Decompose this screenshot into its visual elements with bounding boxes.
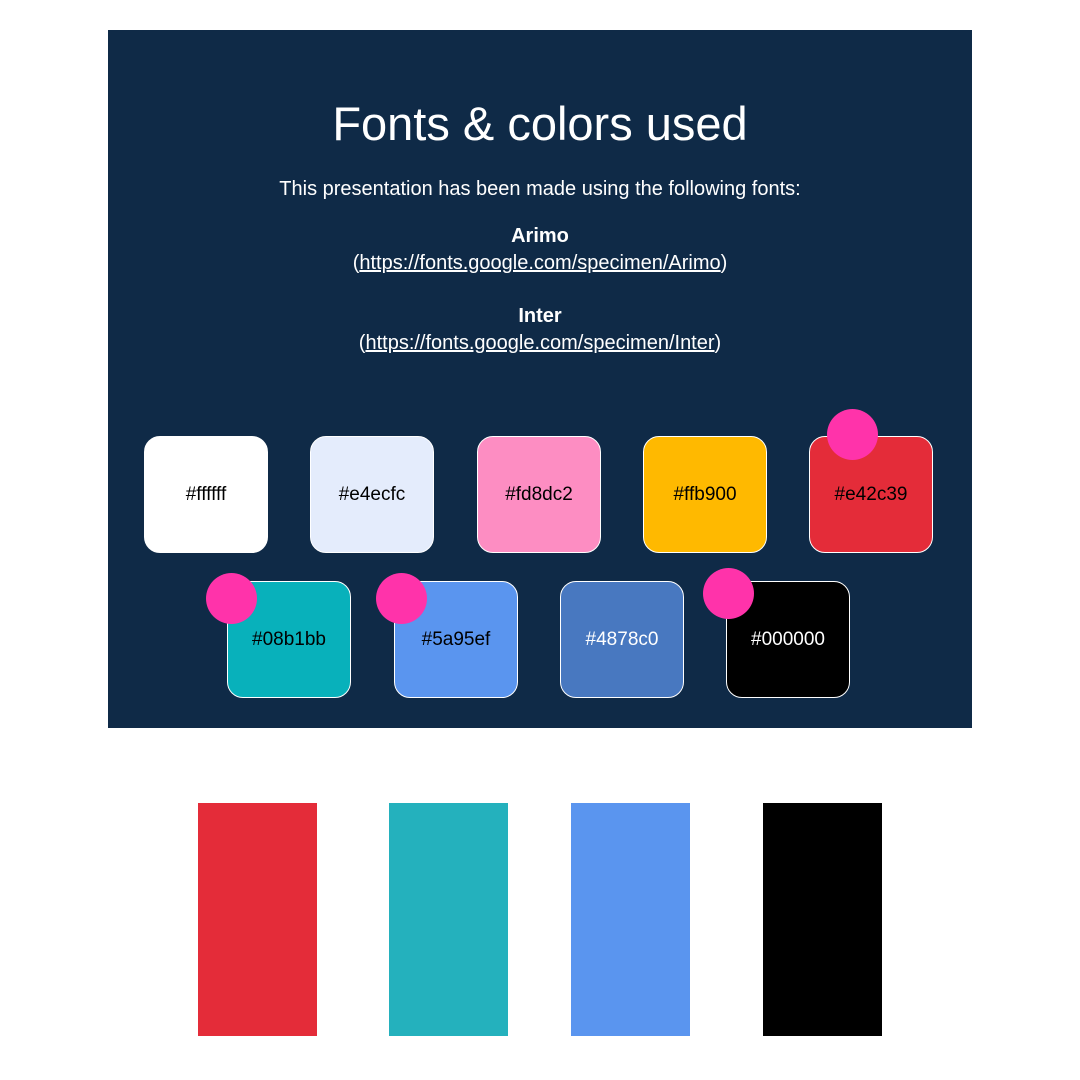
color-swatch: #ffffff: [144, 436, 268, 553]
font-link-inter[interactable]: https://fonts.google.com/specimen/Inter: [365, 332, 714, 354]
font-link-arimo[interactable]: https://fonts.google.com/specimen/Arimo: [359, 252, 720, 274]
color-swatch: #e42c39: [809, 436, 933, 553]
palette-bar: [389, 803, 508, 1036]
swatch-hex-label: #000000: [751, 628, 825, 650]
slide-panel: Fonts & colors used This presentation ha…: [108, 30, 972, 728]
palette-bar: [571, 803, 690, 1036]
font-entry-inter: Inter (https://fonts.google.com/specimen…: [108, 303, 972, 357]
swatch-hex-label: #fd8dc2: [505, 483, 573, 505]
palette-bar: [763, 803, 882, 1036]
selection-marker: [827, 409, 878, 460]
swatch-hex-label: #ffffff: [185, 483, 227, 505]
color-swatch: #ffb900: [643, 436, 767, 553]
swatch-hex-label: #e42c39: [834, 483, 908, 505]
swatch-hex-label: #5a95ef: [421, 628, 491, 650]
selection-marker: [206, 573, 257, 624]
selection-marker: [703, 568, 754, 619]
swatch-hex-label: #e4ecfc: [338, 483, 406, 505]
swatch-hex-label: #08b1bb: [252, 628, 326, 650]
slide-title: Fonts & colors used: [332, 97, 748, 150]
font-entry-arimo: Arimo (https://fonts.google.com/specimen…: [108, 223, 972, 277]
color-swatch: #fd8dc2: [477, 436, 601, 553]
paren-close: ): [714, 332, 722, 354]
paren-close: ): [720, 252, 728, 274]
font-name: Arimo: [511, 225, 569, 247]
fonts-intro-text: This presentation has been made using th…: [279, 178, 801, 200]
palette-bar: [198, 803, 317, 1036]
color-swatch: #e4ecfc: [310, 436, 434, 553]
font-name: Inter: [518, 305, 562, 327]
color-swatch: #4878c0: [560, 581, 684, 698]
swatch-hex-label: #ffb900: [673, 483, 737, 505]
swatch-hex-label: #4878c0: [585, 628, 659, 650]
selection-marker: [376, 573, 427, 624]
